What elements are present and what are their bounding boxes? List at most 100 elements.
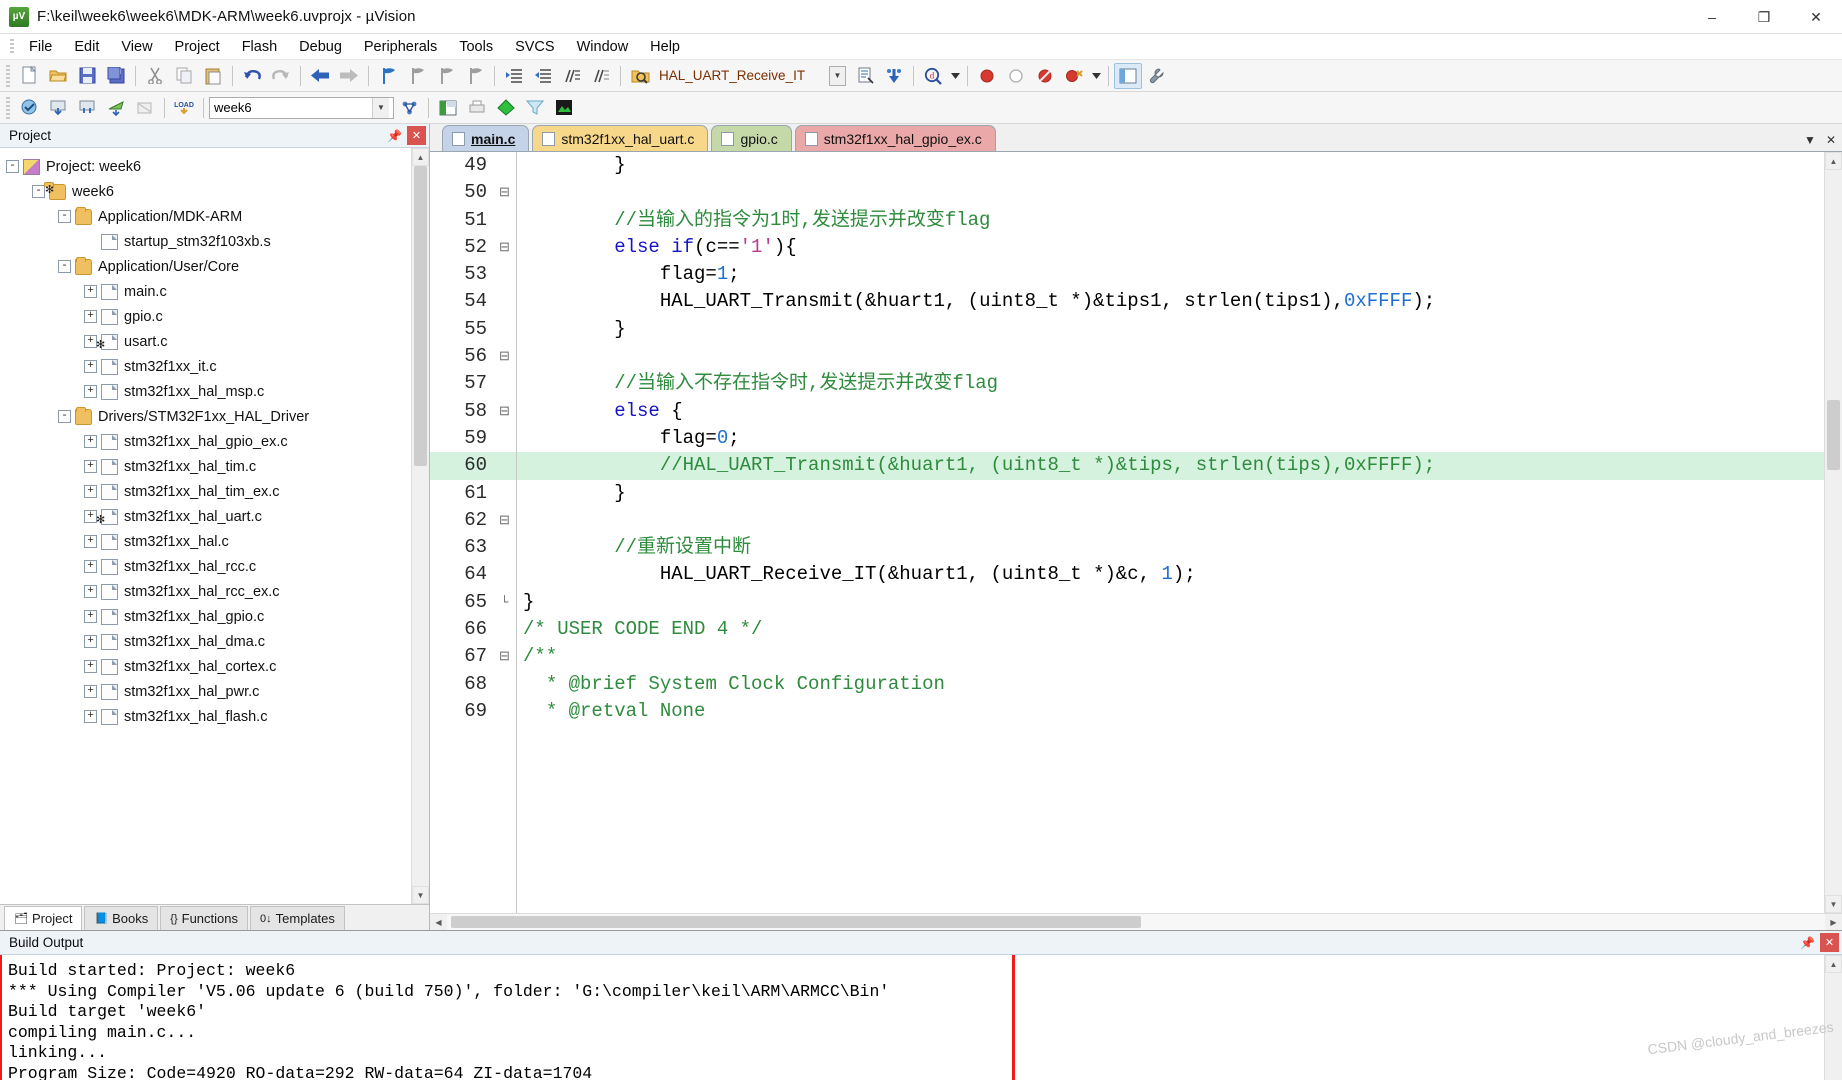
tree-item[interactable]: - Application/MDK-ARM: [6, 204, 411, 229]
download-icon[interactable]: LOAD: [170, 95, 198, 121]
save-all-icon[interactable]: [102, 63, 130, 89]
find-dropdown-icon[interactable]: [948, 63, 962, 89]
menu-help[interactable]: Help: [639, 36, 691, 58]
code-line[interactable]: 52 ⊟ else if(c=='1'){: [430, 234, 1842, 261]
tree-item[interactable]: + stm32f1xx_hal_flash.c: [6, 704, 411, 729]
window-split-icon[interactable]: [434, 95, 462, 121]
tree-item[interactable]: + stm32f1xx_hal.c: [6, 529, 411, 554]
close-tab-icon[interactable]: ✕: [1826, 133, 1836, 147]
batch-build-icon[interactable]: [73, 95, 101, 121]
code-line[interactable]: 56 ⊟: [430, 343, 1842, 370]
tree-item[interactable]: +stm32f1xx_hal_uart.c: [6, 504, 411, 529]
uncomment-icon[interactable]: [587, 63, 615, 89]
code-fold-icon[interactable]: └: [496, 589, 513, 616]
tree-collapse-icon[interactable]: -: [32, 185, 45, 198]
tree-collapse-icon[interactable]: -: [58, 260, 71, 273]
code-line[interactable]: 49 }: [430, 152, 1842, 179]
tree-expand-icon[interactable]: +: [84, 635, 97, 648]
code-fold-icon[interactable]: ⊟: [496, 643, 513, 670]
code-fold-icon[interactable]: ⊟: [496, 234, 513, 261]
code-line[interactable]: 68 * @brief System Clock Configuration: [430, 671, 1842, 698]
panel-tab-project[interactable]: 🗂 Project: [4, 906, 83, 930]
paste-icon[interactable]: [199, 63, 227, 89]
close-icon[interactable]: ✕: [1820, 933, 1839, 952]
new-file-icon[interactable]: [15, 63, 43, 89]
scroll-track[interactable]: [1825, 973, 1842, 1080]
tree-expand-icon[interactable]: +: [84, 585, 97, 598]
code-line[interactable]: 60 //HAL_UART_Transmit(&huart1, (uint8_t…: [430, 452, 1842, 480]
insert-breakpoint-icon[interactable]: [973, 63, 1001, 89]
tree-expand-icon[interactable]: +: [84, 685, 97, 698]
scroll-track-horizontal[interactable]: [447, 914, 1825, 930]
tree-item[interactable]: + stm32f1xx_hal_gpio_ex.c: [6, 429, 411, 454]
navigate-forward-icon[interactable]: [335, 63, 363, 89]
code-line[interactable]: 67 ⊟ /**: [430, 643, 1842, 670]
chevron-down-icon[interactable]: ▼: [372, 97, 389, 118]
open-file-icon[interactable]: [44, 63, 72, 89]
undo-icon[interactable]: [238, 63, 266, 89]
code-fold-icon[interactable]: ⊟: [496, 179, 513, 206]
code-editor[interactable]: 49 } 50 ⊟ 51 //当输入的指令为1时,发送提示并改变flag 52 ⊟ els…: [430, 152, 1842, 913]
code-fold-icon[interactable]: ⊟: [496, 343, 513, 370]
menu-view[interactable]: View: [110, 36, 163, 58]
code-line[interactable]: 61 }: [430, 480, 1842, 507]
find-icon[interactable]: d: [919, 63, 947, 89]
menu-debug[interactable]: Debug: [288, 36, 353, 58]
scroll-thumb-horizontal[interactable]: [451, 916, 1141, 928]
toolbar2-grip[interactable]: [6, 96, 10, 119]
tree-collapse-icon[interactable]: -: [6, 160, 19, 173]
configure-toolbox-icon[interactable]: [1114, 62, 1142, 89]
menu-edit[interactable]: Edit: [63, 36, 110, 58]
menu-file[interactable]: File: [18, 36, 63, 58]
scroll-up-icon[interactable]: ▲: [412, 148, 429, 166]
insert-file-icon[interactable]: [851, 63, 879, 89]
find-in-files-icon[interactable]: [626, 63, 654, 89]
tree-item[interactable]: +usart.c: [6, 329, 411, 354]
bookmark-clear-icon[interactable]: [461, 63, 489, 89]
minimize-button[interactable]: –: [1686, 0, 1738, 34]
code-fold-icon[interactable]: ⊟: [496, 398, 513, 425]
tree-item[interactable]: + gpio.c: [6, 304, 411, 329]
maximize-button[interactable]: ❐: [1738, 0, 1790, 34]
kill-breakpoint-icon[interactable]: [1002, 63, 1030, 89]
kill-all-breakpoints-icon[interactable]: [1060, 63, 1088, 89]
indent-icon[interactable]: [500, 63, 528, 89]
tree-expand-icon[interactable]: +: [84, 435, 97, 448]
editor-tab-gpio-c[interactable]: gpio.c: [711, 125, 792, 151]
close-icon[interactable]: ✕: [407, 126, 426, 145]
scroll-up-icon[interactable]: ▲: [1825, 152, 1842, 170]
tree-item[interactable]: + stm32f1xx_hal_rcc_ex.c: [6, 579, 411, 604]
code-line[interactable]: 65 └}: [430, 589, 1842, 616]
pin-icon[interactable]: 📌: [1798, 933, 1817, 952]
code-line[interactable]: 69 * @retval None: [430, 698, 1842, 725]
tree-item[interactable]: - week6: [6, 179, 411, 204]
code-line[interactable]: 54 HAL_UART_Transmit(&huart1, (uint8_t *…: [430, 288, 1842, 315]
code-line[interactable]: 58 ⊟ else {: [430, 398, 1842, 425]
scroll-track[interactable]: [1825, 170, 1842, 895]
code-line[interactable]: 50 ⊟: [430, 179, 1842, 206]
panel-tab-books[interactable]: 📘 Books: [84, 906, 159, 930]
goto-definition-icon[interactable]: [880, 63, 908, 89]
target-options-icon[interactable]: [395, 95, 423, 121]
tree-item[interactable]: + stm32f1xx_hal_cortex.c: [6, 654, 411, 679]
tree-item[interactable]: + stm32f1xx_hal_pwr.c: [6, 679, 411, 704]
tree-expand-icon[interactable]: +: [84, 710, 97, 723]
code-line[interactable]: 59 flag=0;: [430, 425, 1842, 452]
bookmark-toggle-icon[interactable]: [374, 63, 402, 89]
toolbar-grip[interactable]: [6, 64, 10, 87]
scroll-down-icon[interactable]: ▼: [1825, 895, 1842, 913]
function-combo[interactable]: HAL_UART_Receive_IT ▼: [655, 65, 850, 87]
code-line[interactable]: 57 //当输入不存在指令时,发送提示并改变flag: [430, 370, 1842, 397]
tree-item[interactable]: + stm32f1xx_hal_rcc.c: [6, 554, 411, 579]
redo-icon[interactable]: [267, 63, 295, 89]
tree-expand-icon[interactable]: +: [84, 535, 97, 548]
chevron-down-icon[interactable]: ▼: [829, 65, 846, 86]
tree-item[interactable]: + stm32f1xx_hal_tim_ex.c: [6, 479, 411, 504]
tree-item[interactable]: - Project: week6: [6, 154, 411, 179]
code-fold-icon[interactable]: ⊟: [496, 507, 513, 534]
scroll-thumb[interactable]: [414, 166, 427, 466]
editor-horizontal-scrollbar[interactable]: ◀ ▶: [430, 913, 1842, 930]
translate-icon[interactable]: [102, 95, 130, 121]
tree-collapse-icon[interactable]: -: [58, 210, 71, 223]
comment-icon[interactable]: [558, 63, 586, 89]
